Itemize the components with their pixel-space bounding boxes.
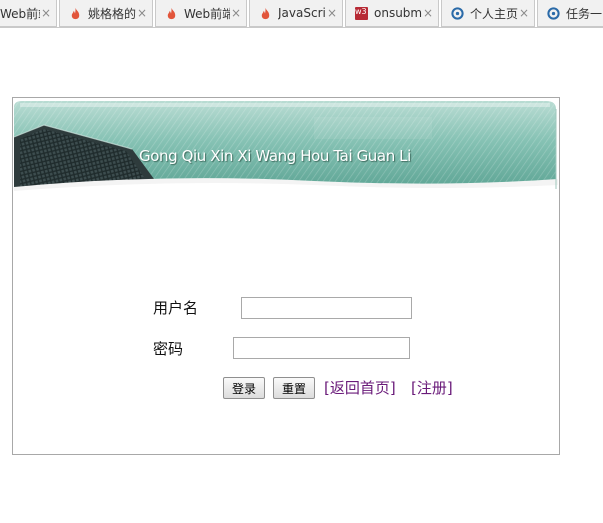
close-icon[interactable]: ×: [518, 6, 530, 20]
close-icon[interactable]: ×: [422, 6, 434, 20]
browser-tab-4[interactable]: JavaScript ×: [249, 0, 343, 27]
flame-icon: [167, 7, 176, 19]
tab-label: 任务一: [566, 6, 603, 21]
tab-label: JavaScript: [278, 6, 326, 20]
username-input[interactable]: [241, 297, 412, 319]
banner-title: Gong Qiu Xin Xi Wang Hou Tai Guan Li: [139, 147, 411, 165]
close-icon[interactable]: ×: [230, 6, 242, 20]
tab-label: 姚格格的: [88, 6, 136, 21]
username-label: 用户名: [153, 299, 199, 317]
close-icon[interactable]: ×: [326, 6, 338, 20]
flame-icon: [261, 7, 270, 19]
tab-label: onsubmit: [374, 6, 422, 20]
browser-tab-bar: Web前端 × 姚格格的 × Web前端 × JavaScript × w3 o…: [0, 0, 603, 28]
login-button[interactable]: 登录: [223, 377, 265, 399]
password-input[interactable]: [233, 337, 410, 359]
reset-button[interactable]: 重置: [273, 377, 315, 399]
browser-tab-2[interactable]: 姚格格的 ×: [59, 0, 153, 27]
w3-icon: w3: [355, 6, 368, 20]
browser-tab-5[interactable]: w3 onsubmit ×: [345, 0, 439, 27]
ring-icon: [451, 6, 464, 20]
tab-label: Web前端: [184, 6, 230, 21]
browser-tab-6[interactable]: 个人主页 ×: [441, 0, 535, 27]
close-icon[interactable]: ×: [136, 6, 148, 20]
browser-tab-1[interactable]: Web前端 ×: [0, 0, 57, 27]
browser-tab-3[interactable]: Web前端 ×: [155, 0, 247, 27]
password-label: 密码: [153, 340, 184, 358]
tab-label: 个人主页: [470, 6, 518, 21]
flame-icon: [71, 7, 80, 19]
register-link[interactable]: [注册]: [411, 377, 453, 398]
close-icon[interactable]: ×: [40, 6, 52, 20]
tab-label: Web前端: [0, 6, 40, 21]
browser-tab-7[interactable]: 任务一: [537, 0, 603, 27]
login-panel: Gong Qiu Xin Xi Wang Hou Tai Guan Li 用户名…: [12, 97, 560, 455]
home-link[interactable]: [返回首页]: [324, 377, 396, 398]
ring-icon: [547, 6, 560, 20]
